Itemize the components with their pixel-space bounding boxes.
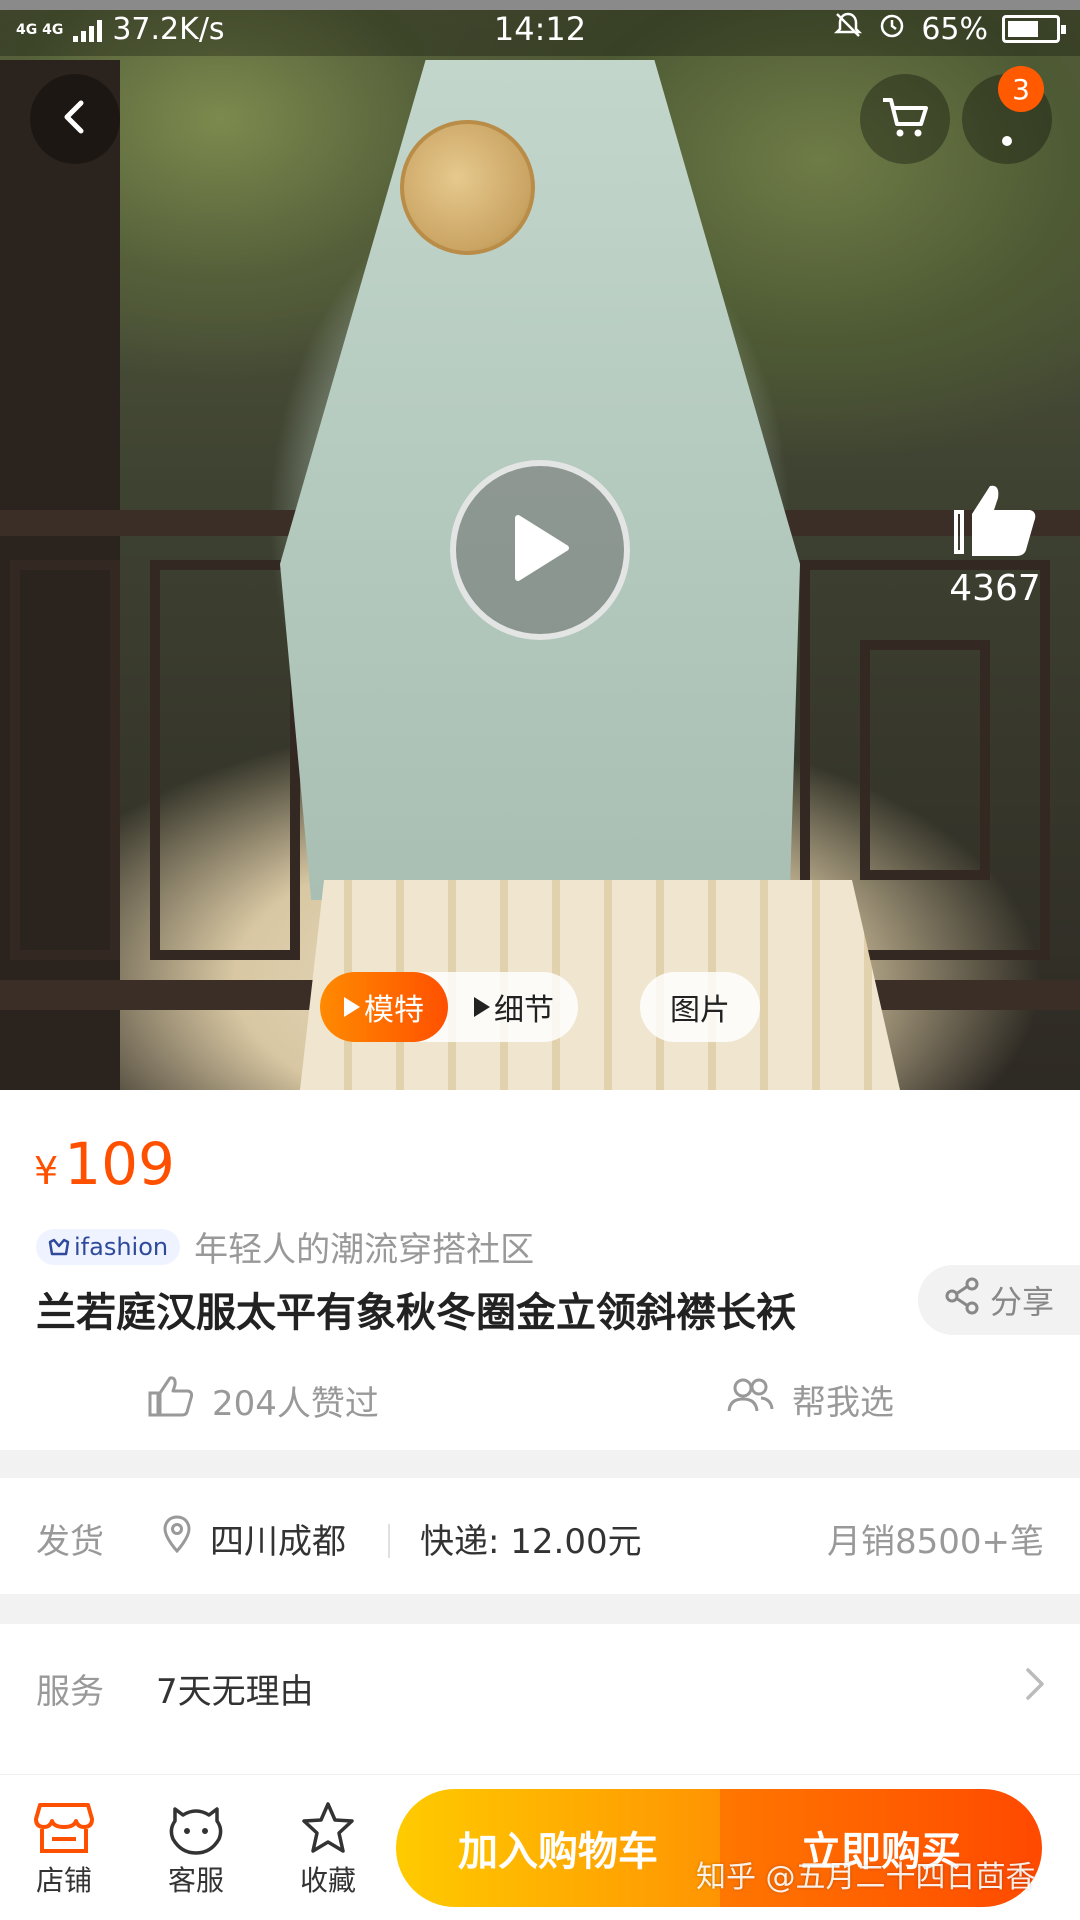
- chevron-left-icon: [55, 97, 95, 141]
- people-icon: [726, 1377, 774, 1422]
- share-button[interactable]: 分享: [918, 1265, 1080, 1335]
- like-button[interactable]: 4367: [940, 480, 1050, 609]
- product-title: 兰若庭汉服太平有象秋冬圈金立领斜襟长袄: [36, 1290, 796, 1336]
- play-triangle-icon: [344, 997, 360, 1017]
- battery-icon: [1002, 15, 1066, 43]
- tab-pictures[interactable]: 图片: [640, 972, 760, 1042]
- service-text: 7天无理由: [156, 1672, 314, 1712]
- brand-logo-text: ifashion: [74, 1232, 169, 1261]
- tab-pictures-label: 图片: [670, 993, 730, 1028]
- store-label: 店铺: [35, 1864, 92, 1897]
- ifashion-logo: ifashion: [36, 1228, 181, 1265]
- shipping-location-text: 四川成都: [210, 1522, 346, 1562]
- share-label: 分享: [989, 1283, 1054, 1321]
- customer-service-button[interactable]: 客服: [146, 1797, 246, 1899]
- star-icon: [278, 1797, 378, 1859]
- chevron-right-icon: [1024, 1666, 1046, 1711]
- play-video-button[interactable]: [450, 460, 630, 640]
- shipping-row[interactable]: 发货 四川成都 快递: 12.00元 月销8500+笔: [0, 1478, 1080, 1594]
- video-tab-group: 模特 细节: [320, 972, 578, 1042]
- back-button[interactable]: [30, 74, 120, 164]
- status-bar: 4G 4G 37.2K/s 14:12 65%: [0, 0, 1080, 56]
- shipping-location: 四川成都: [162, 1514, 346, 1563]
- customer-service-label: 客服: [167, 1864, 224, 1897]
- play-triangle-icon: [474, 997, 490, 1017]
- bottom-action-bar: 店铺 客服 收藏 加入购物车 立即购买: [0, 1774, 1080, 1920]
- shipping-label: 发货: [36, 1522, 104, 1562]
- divider: [388, 1524, 390, 1558]
- tab-detail-label: 细节: [494, 993, 554, 1028]
- battery-percent: 65%: [921, 11, 988, 47]
- more-dots-icon: [1001, 132, 1013, 151]
- service-row[interactable]: 服务 7天无理由: [0, 1624, 1080, 1774]
- add-to-cart-label: 加入购物车: [458, 1829, 658, 1875]
- tab-model-video[interactable]: 模特: [320, 972, 448, 1042]
- brand-tagline: 年轻人的潮流穿搭社区: [194, 1230, 535, 1270]
- meta-row: 204人赞过 帮我选: [0, 1375, 1080, 1425]
- like-count: 4367: [949, 568, 1041, 609]
- service-label: 服务: [36, 1672, 104, 1712]
- share-icon: [944, 1277, 980, 1323]
- location-pin-icon: [162, 1515, 192, 1562]
- railing-lattice: [150, 560, 300, 960]
- mute-bell-icon: [833, 10, 863, 48]
- price: ¥ 109: [34, 1130, 175, 1198]
- status-bar-top-line: [0, 0, 1080, 10]
- thumbs-up-outline-icon: [148, 1375, 194, 1426]
- customer-service-icon: [146, 1797, 246, 1859]
- price-value: 109: [64, 1130, 175, 1198]
- railing-lattice: [860, 640, 990, 880]
- store-icon: [14, 1797, 114, 1859]
- add-to-cart-button[interactable]: 加入购物车: [396, 1789, 720, 1907]
- more-menu-button[interactable]: 3: [962, 66, 1052, 164]
- brand-row[interactable]: ifashion 年轻人的潮流穿搭社区: [36, 1222, 534, 1271]
- tab-model-label: 模特: [364, 993, 424, 1028]
- watermark: 知乎 @五月二十四日茴香: [696, 1860, 1036, 1895]
- liked-count-text: 204人赞过: [212, 1384, 379, 1424]
- message-count-badge: 3: [998, 66, 1044, 112]
- help-me-choose-button[interactable]: 帮我选: [726, 1375, 894, 1424]
- store-button[interactable]: 店铺: [14, 1797, 114, 1899]
- tab-detail-video[interactable]: 细节: [450, 972, 578, 1042]
- shipping-fee: 快递: 12.00元: [420, 1522, 642, 1562]
- alarm-icon: [877, 10, 907, 48]
- play-icon: [508, 512, 572, 588]
- currency-symbol: ¥: [34, 1149, 59, 1193]
- liked-button[interactable]: 204人赞过: [148, 1375, 379, 1426]
- favorite-label: 收藏: [299, 1864, 356, 1897]
- favorite-button[interactable]: 收藏: [278, 1797, 378, 1899]
- product-info-card: ¥ 109 ifashion 年轻人的潮流穿搭社区 兰若庭汉服太平有象秋冬圈金立…: [0, 1090, 1080, 1450]
- monthly-sales: 月销8500+笔: [826, 1522, 1044, 1562]
- railing-lattice: [10, 560, 120, 960]
- help-choose-label: 帮我选: [792, 1383, 894, 1423]
- cart-button[interactable]: [860, 74, 950, 164]
- cart-icon: [880, 94, 930, 144]
- thumbs-up-icon: [950, 485, 1040, 564]
